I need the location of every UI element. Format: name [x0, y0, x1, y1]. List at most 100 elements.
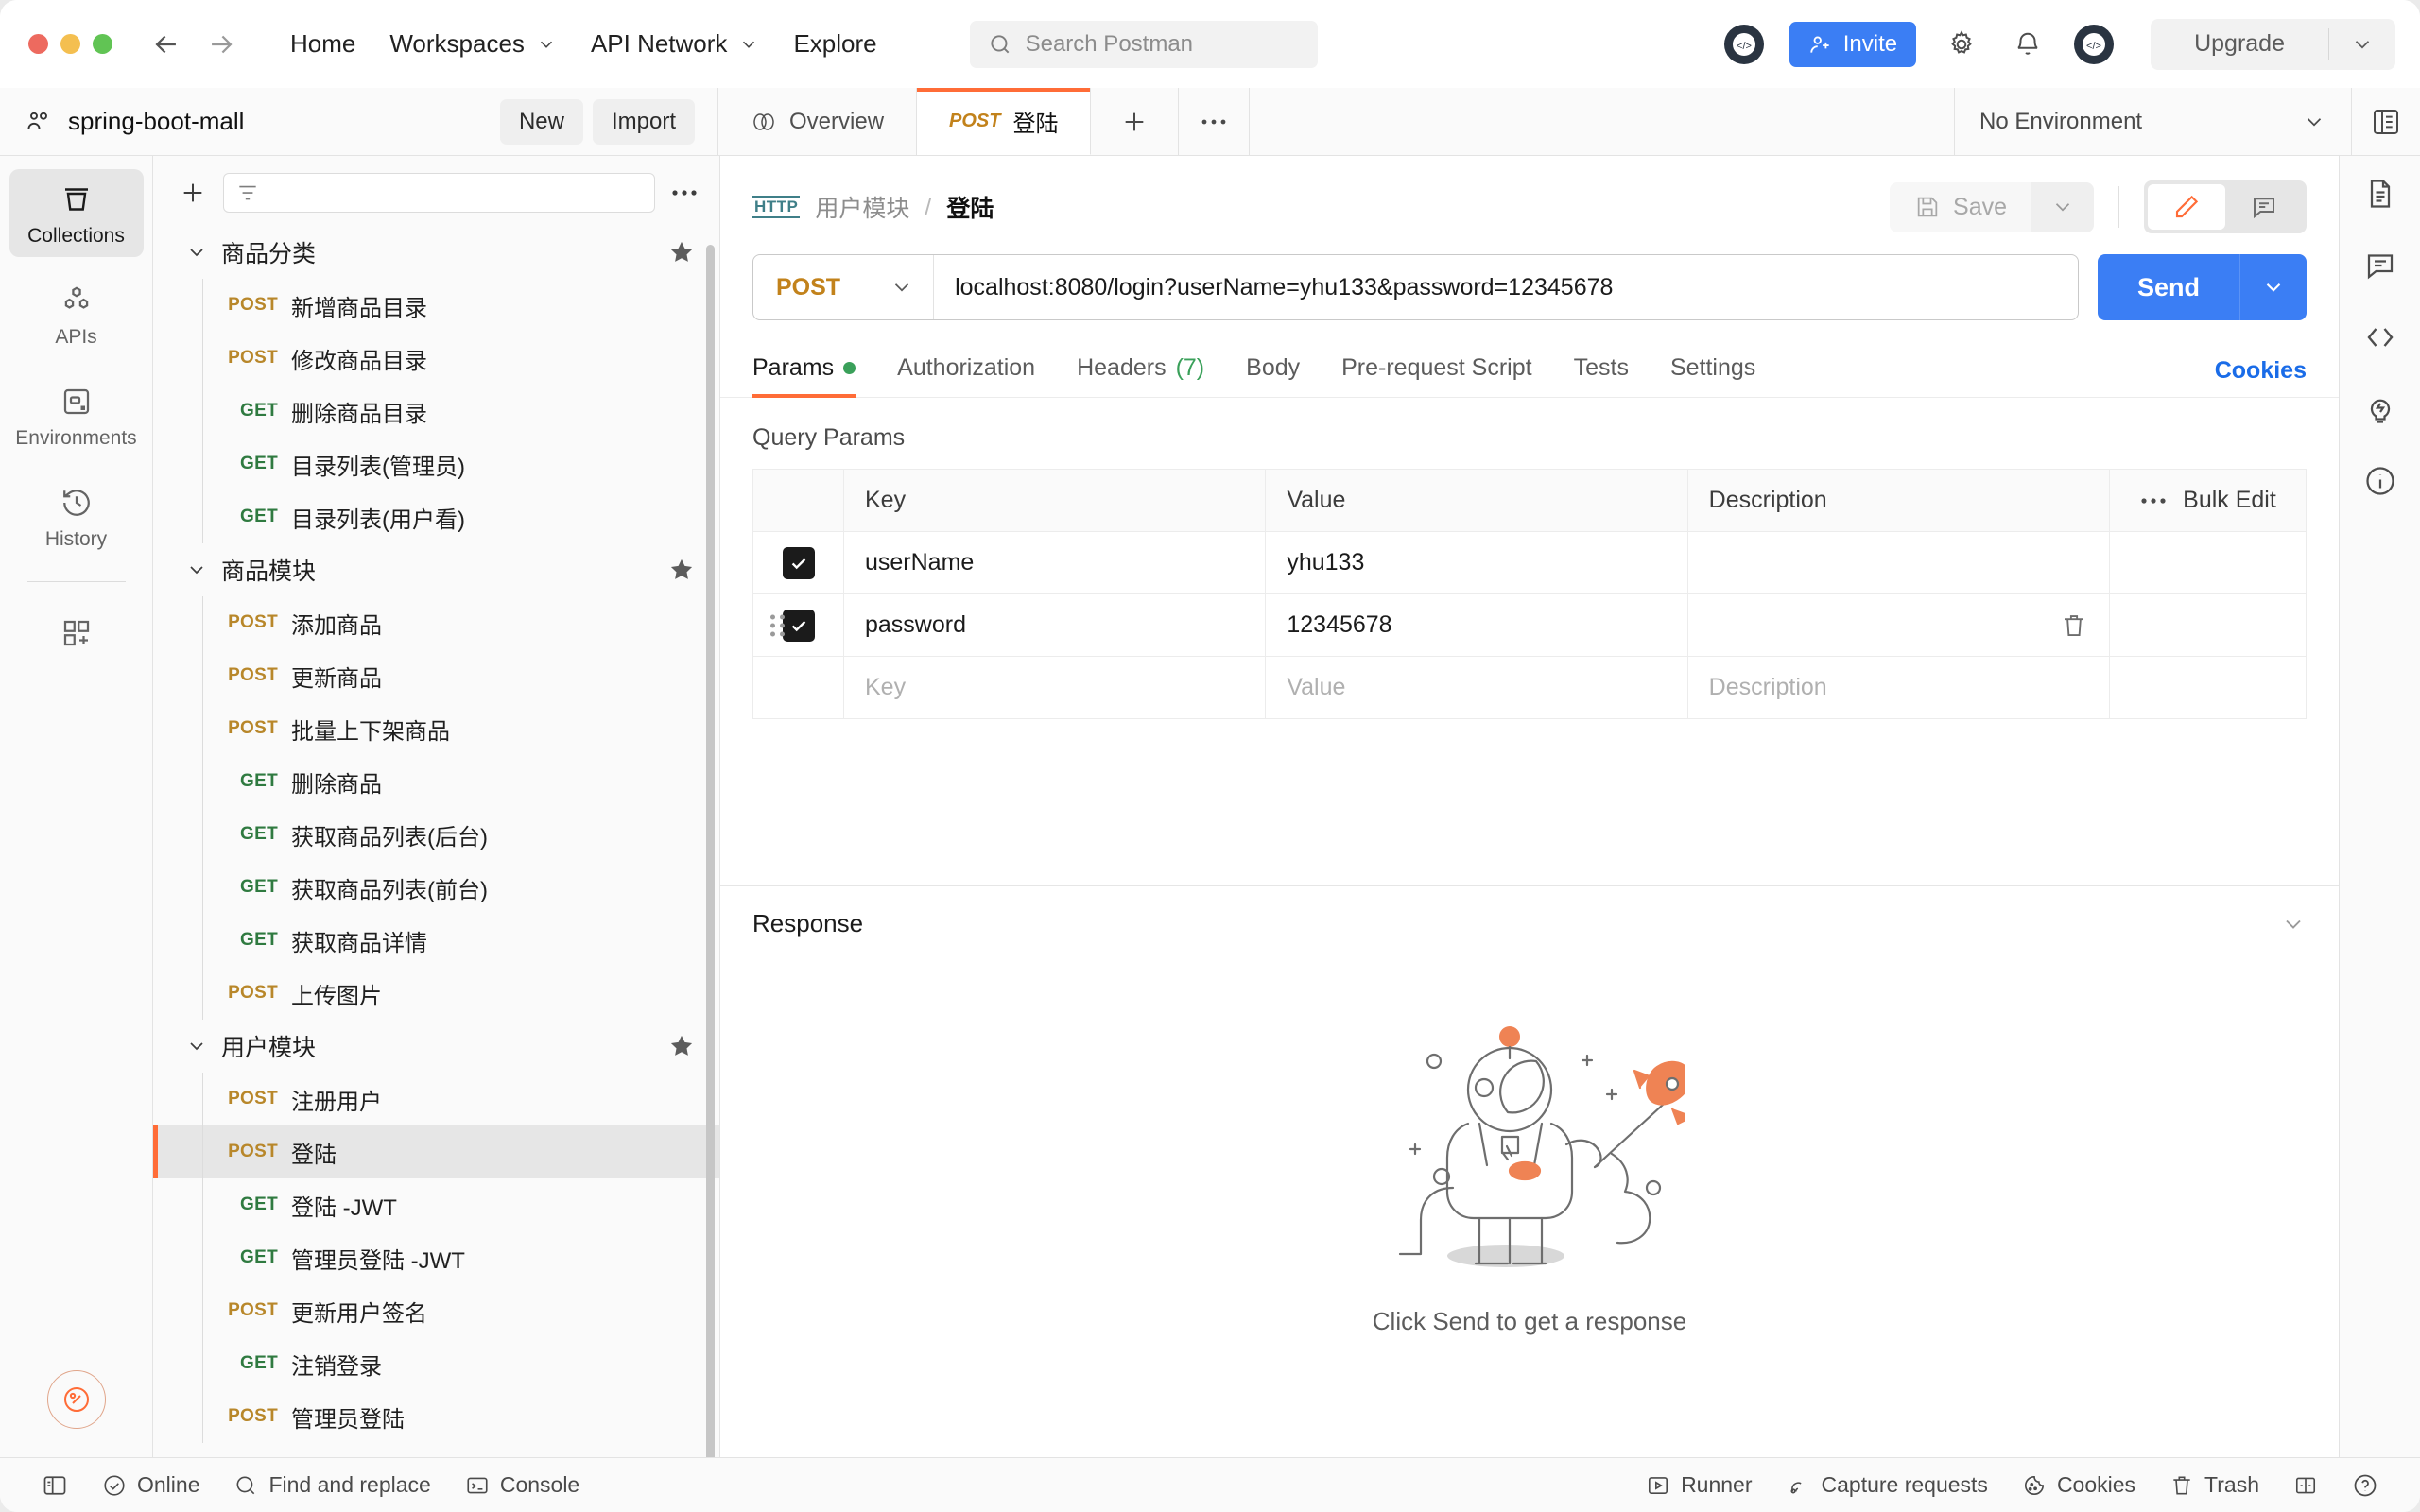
edit-mode-button[interactable]: [2148, 184, 2225, 230]
tab-headers[interactable]: Headers (7): [1056, 345, 1225, 397]
tab-tests[interactable]: Tests: [1553, 345, 1650, 397]
request-row[interactable]: GET 获取商品列表(前台): [153, 861, 719, 914]
tab-settings[interactable]: Settings: [1650, 345, 1776, 397]
sidebar-item-environments[interactable]: Environments: [9, 371, 144, 459]
request-row[interactable]: GET 目录列表(管理员): [153, 438, 719, 490]
window-zoom-button[interactable]: [93, 34, 112, 54]
request-row[interactable]: GET 获取商品详情: [153, 914, 719, 967]
nav-workspaces[interactable]: Workspaces: [372, 22, 574, 66]
window-minimize-button[interactable]: [60, 34, 80, 54]
table-row[interactable]: userName yhu133: [753, 532, 2306, 594]
sidebar-item-history[interactable]: History: [9, 472, 144, 560]
gear-icon[interactable]: [1941, 24, 1982, 65]
request-row[interactable]: GET 删除商品: [153, 755, 719, 808]
save-button[interactable]: Save: [1890, 181, 2031, 232]
url-input[interactable]: [934, 255, 2078, 319]
row-value-cell[interactable]: 12345678: [1266, 594, 1688, 656]
nav-explore[interactable]: Explore: [776, 22, 893, 66]
request-row[interactable]: GET 获取商品列表(后台): [153, 808, 719, 861]
row-key-cell[interactable]: userName: [844, 532, 1267, 593]
rail-bottom-badge[interactable]: [46, 1370, 106, 1429]
request-row[interactable]: POST 批量上下架商品: [153, 702, 719, 755]
drag-handle-icon[interactable]: [770, 614, 786, 636]
new-description-cell[interactable]: Description: [1688, 657, 2109, 718]
capture-requests-button[interactable]: Capture requests: [1770, 1472, 2005, 1498]
nav-home[interactable]: Home: [273, 22, 372, 66]
cookies-button[interactable]: Cookies: [2005, 1472, 2152, 1498]
request-row[interactable]: POST 更新用户签名: [153, 1284, 719, 1337]
tab-params[interactable]: Params: [752, 345, 876, 398]
documentation-icon[interactable]: [2363, 177, 2397, 211]
environment-selector[interactable]: No Environment: [1955, 88, 2352, 155]
breadcrumb-folder[interactable]: 用户模块: [815, 190, 909, 224]
upgrade-button[interactable]: Upgrade: [2151, 19, 2328, 70]
request-row[interactable]: POST 注册用户: [153, 1073, 719, 1125]
info-icon[interactable]: [2363, 464, 2397, 498]
tab-authorization[interactable]: Authorization: [876, 345, 1056, 397]
back-arrow-icon[interactable]: [150, 28, 182, 60]
bell-icon[interactable]: [2007, 24, 2048, 65]
request-row[interactable]: POST 添加商品: [153, 596, 719, 649]
tab-login-request[interactable]: POST 登陆: [917, 88, 1092, 155]
tab-overview[interactable]: Overview: [718, 88, 918, 155]
window-close-button[interactable]: [28, 34, 48, 54]
postman-logo-icon[interactable]: </>: [1723, 24, 1765, 65]
folder-row[interactable]: 商品分类: [153, 226, 719, 279]
console-button[interactable]: Console: [448, 1472, 596, 1498]
table-options-icon[interactable]: [2139, 496, 2168, 506]
save-options-icon[interactable]: [2031, 181, 2094, 232]
trash-button[interactable]: Trash: [2152, 1472, 2276, 1498]
request-row[interactable]: GET 登陆 -JWT: [153, 1178, 719, 1231]
new-collection-icon[interactable]: [178, 178, 208, 208]
request-row[interactable]: GET 删除商品目录: [153, 385, 719, 438]
send-button[interactable]: Send: [2097, 254, 2239, 320]
request-row[interactable]: POST 修改商品目录: [153, 332, 719, 385]
request-row-selected[interactable]: POST 登陆: [153, 1125, 719, 1178]
sidebar-toggle-icon[interactable]: [25, 1472, 85, 1499]
star-icon[interactable]: [668, 239, 695, 266]
request-row[interactable]: POST 上传图片: [153, 967, 719, 1020]
lightbulb-icon[interactable]: [2363, 392, 2397, 426]
request-row[interactable]: POST 更新商品: [153, 649, 719, 702]
row-description-cell[interactable]: [1688, 594, 2109, 656]
response-collapse-icon[interactable]: [2280, 911, 2307, 937]
sidebar-scrollbar[interactable]: [706, 245, 715, 1457]
http-method-select[interactable]: POST: [753, 255, 935, 319]
code-icon[interactable]: [2363, 320, 2397, 354]
request-row[interactable]: POST 新增商品目录: [153, 279, 719, 332]
invite-button[interactable]: Invite: [1789, 21, 1917, 67]
request-row[interactable]: GET 管理员登陆 -JWT: [153, 1231, 719, 1284]
cookies-link[interactable]: Cookies: [2215, 357, 2307, 385]
send-options-icon[interactable]: [2239, 254, 2307, 320]
row-key-cell[interactable]: password: [844, 594, 1267, 656]
workspace-name[interactable]: spring-boot-mall: [68, 107, 244, 136]
comment-icon[interactable]: [2363, 249, 2397, 283]
folder-row[interactable]: 用户模块: [153, 1020, 719, 1073]
new-button[interactable]: New: [499, 98, 583, 145]
row-checkbox[interactable]: [782, 609, 815, 642]
comment-mode-button[interactable]: [2225, 184, 2303, 230]
avatar-icon[interactable]: </>: [2073, 24, 2115, 65]
table-row-empty[interactable]: Key Value Description: [753, 657, 2306, 719]
forward-arrow-icon[interactable]: [205, 28, 237, 60]
sidebar-item-add-module[interactable]: [9, 603, 144, 660]
star-icon[interactable]: [668, 1033, 695, 1059]
row-description-cell[interactable]: [1688, 532, 2109, 593]
new-tab-button[interactable]: [1091, 88, 1180, 155]
row-value-cell[interactable]: yhu133: [1266, 532, 1688, 593]
folder-row[interactable]: 商品模块: [153, 543, 719, 596]
request-row[interactable]: GET 目录列表(用户看): [153, 490, 719, 543]
bulk-edit-button[interactable]: Bulk Edit: [2183, 487, 2276, 514]
sidebar-filter-input[interactable]: [223, 173, 655, 213]
request-row[interactable]: GET 注销登录: [153, 1337, 719, 1390]
table-row[interactable]: password 12345678: [753, 594, 2306, 657]
star-icon[interactable]: [668, 557, 695, 583]
layout-toggle-icon[interactable]: [2276, 1473, 2335, 1498]
chevron-down-icon[interactable]: [2329, 19, 2395, 70]
status-online[interactable]: Online: [85, 1472, 216, 1498]
runner-button[interactable]: Runner: [1629, 1472, 1769, 1498]
tab-options-button[interactable]: [1179, 88, 1251, 155]
nav-api-network[interactable]: API Network: [574, 22, 777, 66]
find-and-replace-button[interactable]: Find and replace: [216, 1472, 447, 1498]
sidebar-item-apis[interactable]: APIs: [9, 270, 144, 358]
